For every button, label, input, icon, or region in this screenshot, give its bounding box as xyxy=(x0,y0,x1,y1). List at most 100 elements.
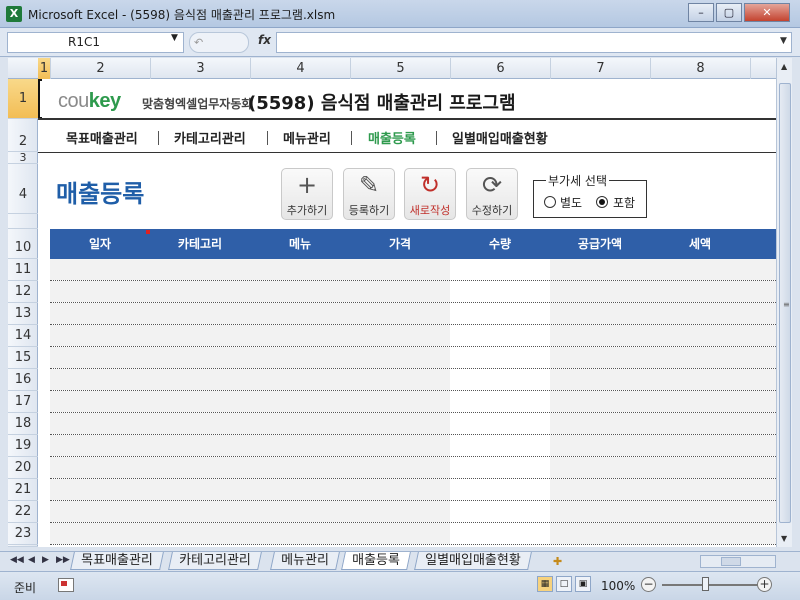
table-cell[interactable] xyxy=(350,391,450,412)
zoom-slider-thumb[interactable] xyxy=(702,577,709,591)
table-cell[interactable] xyxy=(50,325,150,346)
table-cell[interactable] xyxy=(550,413,650,434)
row-header[interactable]: 21 xyxy=(8,479,38,501)
table-cell[interactable] xyxy=(50,501,150,522)
table-cell[interactable] xyxy=(450,325,550,346)
table-cell[interactable] xyxy=(350,413,450,434)
table-cell[interactable] xyxy=(550,435,650,456)
maximize-button[interactable]: ▢ xyxy=(716,3,742,22)
zoom-out-button[interactable]: − xyxy=(641,577,656,592)
nav-item-daily-report[interactable]: 일별매입매출현황 xyxy=(452,128,548,147)
table-cell[interactable] xyxy=(150,523,250,544)
expand-formula-icon[interactable]: ▼ xyxy=(780,36,787,46)
table-cell[interactable] xyxy=(450,457,550,478)
horizontal-scroll-thumb[interactable] xyxy=(721,557,741,566)
table-cell[interactable] xyxy=(650,259,776,280)
table-cell[interactable] xyxy=(50,369,150,390)
first-sheet-icon[interactable]: ◀◀ xyxy=(10,555,24,565)
table-cell[interactable] xyxy=(550,259,650,280)
table-cell[interactable] xyxy=(650,303,776,324)
table-cell[interactable] xyxy=(250,501,350,522)
column-header[interactable]: 3 xyxy=(151,58,251,79)
table-cell[interactable] xyxy=(350,303,450,324)
table-cell[interactable] xyxy=(350,347,450,368)
vat-separate-label[interactable]: 별도 xyxy=(560,194,582,211)
worksheet[interactable]: coukey 맞춤형엑셀업무자동화 (5598) 음식점 매출관리 프로그램 목… xyxy=(38,79,776,547)
table-cell[interactable] xyxy=(550,369,650,390)
column-header[interactable]: 5 xyxy=(351,58,451,79)
table-cell[interactable] xyxy=(650,413,776,434)
table-cell[interactable] xyxy=(650,457,776,478)
next-sheet-icon[interactable]: ▶ xyxy=(42,555,49,565)
table-cell[interactable] xyxy=(350,325,450,346)
table-cell[interactable] xyxy=(350,457,450,478)
table-cell[interactable] xyxy=(650,435,776,456)
page-break-view-button[interactable]: ▣ xyxy=(575,576,591,592)
table-cell[interactable] xyxy=(250,303,350,324)
row-header[interactable]: 10 xyxy=(8,229,38,259)
table-cell[interactable] xyxy=(650,479,776,500)
table-cell[interactable] xyxy=(50,523,150,544)
table-cell[interactable] xyxy=(50,435,150,456)
table-cell[interactable] xyxy=(350,369,450,390)
zoom-level[interactable]: 100% xyxy=(601,579,635,593)
sheet-tab[interactable]: 메뉴관리 xyxy=(270,552,340,570)
table-cell[interactable] xyxy=(650,501,776,522)
row-header[interactable]: 22 xyxy=(8,501,38,523)
table-cell[interactable] xyxy=(550,303,650,324)
table-cell[interactable] xyxy=(650,281,776,302)
table-cell[interactable] xyxy=(250,479,350,500)
table-cell[interactable] xyxy=(450,413,550,434)
prev-sheet-icon[interactable]: ◀ xyxy=(28,555,35,565)
row-header[interactable]: 24 xyxy=(8,545,38,547)
table-cell[interactable] xyxy=(250,523,350,544)
nav-item-menu[interactable]: 메뉴관리 xyxy=(283,128,331,147)
table-cell[interactable] xyxy=(550,457,650,478)
row-header[interactable]: 19 xyxy=(8,435,38,457)
row-header[interactable]: 18 xyxy=(8,413,38,435)
row-header[interactable]: 1 xyxy=(8,79,38,119)
zoom-slider-track[interactable] xyxy=(662,584,758,586)
last-sheet-icon[interactable]: ▶▶ xyxy=(56,555,70,565)
vat-separate-radio[interactable] xyxy=(544,196,556,208)
table-cell[interactable] xyxy=(350,259,450,280)
row-header[interactable]: 23 xyxy=(8,523,38,545)
row-header[interactable]: 15 xyxy=(8,347,38,369)
page-layout-view-button[interactable]: □ xyxy=(556,576,572,592)
formula-grip[interactable]: ↶ xyxy=(189,32,249,53)
nav-item-sales-entry[interactable]: 매출등록 xyxy=(368,128,416,147)
table-cell[interactable] xyxy=(650,347,776,368)
table-cell[interactable] xyxy=(450,347,550,368)
row-header[interactable]: 2 xyxy=(8,119,38,152)
table-cell[interactable] xyxy=(450,523,550,544)
insert-sheet-icon[interactable]: ✚ xyxy=(553,555,562,568)
zoom-in-button[interactable]: + xyxy=(757,577,772,592)
table-cell[interactable] xyxy=(250,457,350,478)
row-header[interactable]: 12 xyxy=(8,281,38,303)
table-cell[interactable] xyxy=(250,281,350,302)
vat-included-label[interactable]: 포함 xyxy=(613,194,635,211)
table-cell[interactable] xyxy=(150,369,250,390)
table-cell[interactable] xyxy=(450,259,550,280)
column-header[interactable]: 1 xyxy=(38,58,51,79)
table-cell[interactable] xyxy=(250,259,350,280)
vertical-scroll-thumb[interactable]: ≡ xyxy=(779,83,791,523)
table-cell[interactable] xyxy=(450,281,550,302)
formula-input[interactable] xyxy=(276,32,792,53)
row-header[interactable]: 4 xyxy=(8,164,38,214)
table-cell[interactable] xyxy=(450,391,550,412)
sheet-tab[interactable]: 목표매출관리 xyxy=(70,552,164,570)
table-cell[interactable] xyxy=(150,281,250,302)
excel-icon[interactable]: X xyxy=(6,6,22,22)
table-cell[interactable] xyxy=(150,501,250,522)
table-cell[interactable] xyxy=(250,391,350,412)
table-cell[interactable] xyxy=(150,435,250,456)
scroll-down-icon[interactable]: ▼ xyxy=(781,534,787,543)
insert-function-icon[interactable]: fx xyxy=(258,33,271,47)
table-cell[interactable] xyxy=(50,259,150,280)
table-cell[interactable] xyxy=(50,303,150,324)
name-box[interactable]: R1C1 xyxy=(7,32,184,53)
normal-view-button[interactable]: ▦ xyxy=(537,576,553,592)
table-cell[interactable] xyxy=(350,501,450,522)
register-button[interactable]: ✎ 등록하기 xyxy=(343,168,395,220)
